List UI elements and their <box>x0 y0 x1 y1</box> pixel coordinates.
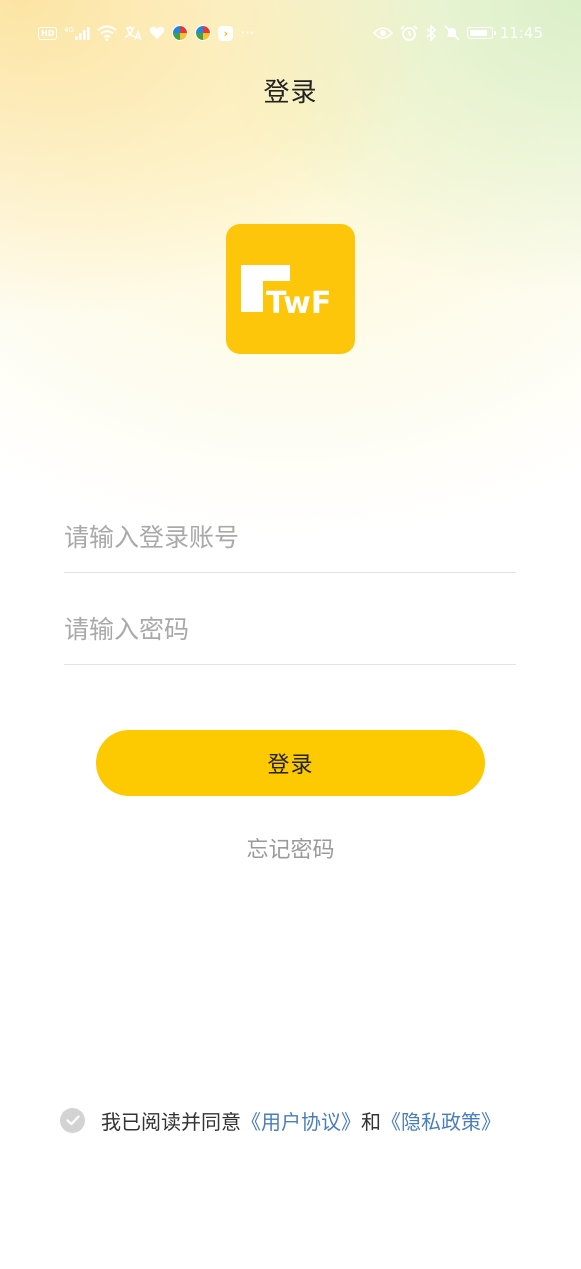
agreement-prefix: 我已阅读并同意 <box>101 1110 241 1134</box>
agreement-checkbox[interactable] <box>60 1108 85 1133</box>
status-time: 11:45 <box>499 24 543 42</box>
app-notification-icon <box>172 25 189 41</box>
password-input[interactable] <box>64 614 516 644</box>
translate-icon <box>124 25 142 41</box>
agreement-row: 我已阅读并同意 《用户协议》 和 《隐私政策》 <box>60 1106 541 1135</box>
status-bar-right: 11:45 <box>372 24 543 42</box>
password-field-container <box>64 594 516 665</box>
account-field-container <box>64 502 516 573</box>
login-button[interactable]: 登录 <box>96 730 485 796</box>
eye-icon <box>372 26 393 40</box>
logo-text: TwF <box>266 286 331 321</box>
more-notifications-icon: ··· <box>240 24 255 42</box>
bluetooth-icon <box>425 25 437 41</box>
app-notification-icon: › <box>218 25 234 41</box>
agreement-conjunction: 和 <box>361 1110 381 1134</box>
checkmark-icon <box>65 1115 80 1126</box>
account-input[interactable] <box>64 522 516 552</box>
app-notification-icon <box>195 25 212 41</box>
network-type-label: 4G <box>64 26 74 34</box>
heart-icon <box>149 26 165 40</box>
status-bar-left: HD 4G › ··· <box>38 24 255 42</box>
app-logo: TwF <box>226 224 355 354</box>
forgot-password-link[interactable]: 忘记密码 <box>0 832 581 864</box>
signal-icon: 4G <box>64 25 90 41</box>
app-logo-mark: TwF <box>241 265 331 321</box>
page-title: 登录 <box>263 78 318 108</box>
battery-icon <box>466 27 496 39</box>
status-bar: HD 4G › ··· 11:45 <box>38 20 543 46</box>
wifi-icon <box>97 25 117 41</box>
privacy-policy-link[interactable]: 《隐私政策》 <box>381 1106 501 1135</box>
user-agreement-link[interactable]: 《用户协议》 <box>241 1106 361 1135</box>
hd-icon: HD <box>38 26 58 40</box>
mute-bell-icon <box>444 25 460 41</box>
alarm-icon <box>400 25 418 41</box>
